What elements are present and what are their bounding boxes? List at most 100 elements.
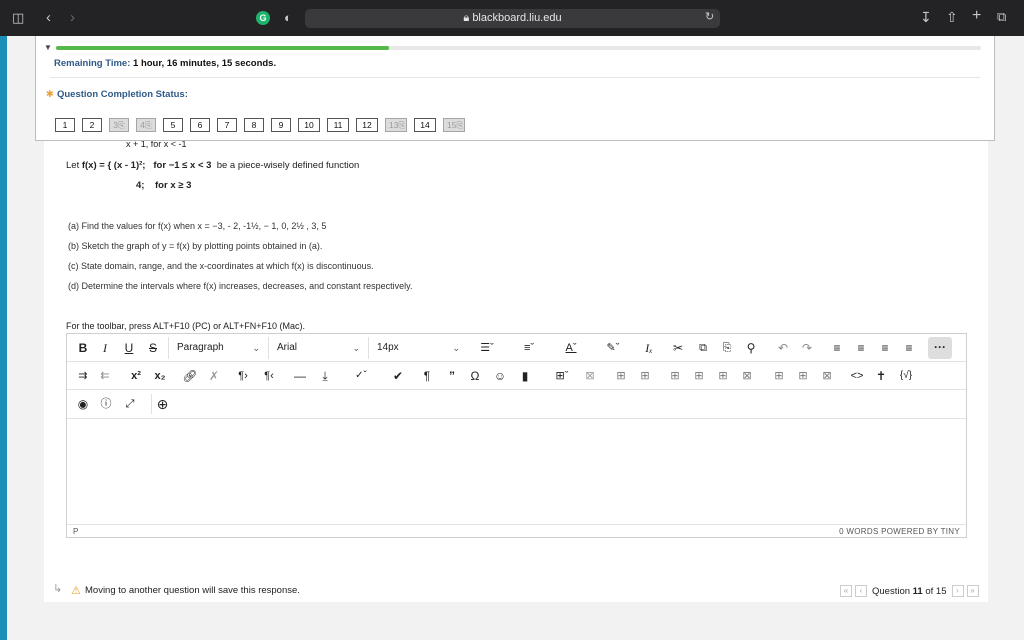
next-question-icon[interactable]: ›: [951, 585, 964, 597]
back-icon[interactable]: ‹: [46, 10, 51, 25]
question-nav-11[interactable]: 11: [327, 118, 349, 132]
forward-icon[interactable]: ›: [70, 10, 75, 25]
strikethrough-button[interactable]: S: [145, 338, 161, 358]
last-question-icon[interactable]: »: [966, 585, 979, 597]
tab-overview-icon[interactable]: ⧉: [997, 10, 1006, 23]
privacy-shield-icon[interactable]: ◐: [284, 11, 292, 24]
highlight-color-icon[interactable]: ✎ˇ: [598, 338, 628, 358]
format-select[interactable]: Paragraph ⌄: [168, 337, 266, 359]
question-nav-1[interactable]: 1: [55, 118, 75, 132]
clear-formatting-icon[interactable]: Iₓ: [641, 338, 657, 358]
add-content-icon[interactable]: ⊕: [151, 394, 169, 414]
question-nav-2[interactable]: 2: [82, 118, 102, 132]
table-row-properties-icon[interactable]: ⊞: [637, 366, 653, 386]
collapse-arrow-icon[interactable]: ▼: [44, 43, 52, 52]
question-nav-9[interactable]: 9: [271, 118, 291, 132]
question-nav-14[interactable]: 14: [414, 118, 436, 132]
special-char-icon[interactable]: Ω: [467, 366, 483, 386]
paste-icon[interactable]: ⎘: [719, 338, 735, 358]
outdent-icon[interactable]: ⇇: [97, 366, 113, 386]
question-nav-4[interactable]: 4⎘: [136, 118, 156, 132]
blockquote-icon[interactable]: ”: [444, 366, 460, 386]
rtl-paragraph-icon[interactable]: ¶‹: [261, 366, 277, 386]
table-delete-col-icon[interactable]: ⊠: [819, 366, 835, 386]
numbered-list-icon[interactable]: ≡ˇ: [514, 338, 544, 358]
def-prefix: Let: [66, 160, 82, 171]
undo-icon[interactable]: ↶: [775, 338, 791, 358]
checkmark-icon[interactable]: ✔: [390, 366, 406, 386]
underline-button[interactable]: U: [121, 338, 137, 358]
italic-button[interactable]: I: [97, 338, 113, 358]
source-code-icon[interactable]: <>: [849, 366, 865, 386]
question-nav-15[interactable]: 15⎘: [443, 118, 465, 132]
sidebar-toggle-icon[interactable]: ◫: [12, 11, 24, 24]
table-insert-row-after-icon[interactable]: ⊞: [691, 366, 707, 386]
table-delete-icon[interactable]: ⊠: [582, 366, 598, 386]
table-insert-col-before-icon[interactable]: ⊞: [771, 366, 787, 386]
superscript-icon[interactable]: x²: [127, 366, 145, 386]
justify-icon[interactable]: ≡: [901, 338, 917, 358]
lock-icon: 🔒︎: [463, 12, 473, 24]
download-icon[interactable]: ↧: [920, 10, 932, 24]
align-left-icon[interactable]: ≡: [829, 338, 845, 358]
element-path[interactable]: P: [73, 527, 78, 536]
question-part-d: (d) Determine the intervals where f(x) i…: [68, 281, 413, 291]
more-options-button[interactable]: ···: [928, 337, 952, 359]
question-nav-7[interactable]: 7: [217, 118, 237, 132]
link-icon[interactable]: 🔗︎: [182, 366, 198, 386]
prev-question-icon[interactable]: ‹: [855, 585, 867, 597]
question-nav-5[interactable]: 5: [163, 118, 183, 132]
horizontal-line-icon[interactable]: —: [292, 366, 308, 386]
indent-icon[interactable]: ⇉: [75, 366, 91, 386]
share-icon[interactable]: ⇧: [946, 10, 958, 24]
help-icon[interactable]: ⓘ: [98, 394, 114, 414]
table-insert-col-after-icon[interactable]: ⊞: [795, 366, 811, 386]
size-select[interactable]: 14px ⌄: [368, 337, 466, 359]
bullet-list-icon[interactable]: ☰ˇ: [473, 338, 501, 358]
preview-eye-icon[interactable]: ◉: [75, 394, 91, 414]
spellcheck-icon[interactable]: ✓ˇ: [347, 366, 375, 386]
fullscreen-icon[interactable]: ⤢: [122, 394, 138, 414]
redo-icon[interactable]: ↷: [799, 338, 815, 358]
insert-file-icon[interactable]: ⤓: [317, 366, 333, 386]
address-bar[interactable]: 🔒︎ blackboard.liu.edu ↻: [305, 9, 720, 28]
toolbar-hint: For the toolbar, press ALT+F10 (PC) or A…: [66, 321, 306, 331]
find-icon[interactable]: ⚲: [743, 338, 759, 358]
grammarly-icon[interactable]: G: [256, 11, 270, 25]
align-right-icon[interactable]: ≡: [877, 338, 893, 358]
first-question-icon[interactable]: «: [840, 585, 852, 597]
copy-icon[interactable]: ⧉: [695, 338, 711, 358]
text-color-icon[interactable]: Aˇ: [557, 338, 585, 358]
question-nav-12[interactable]: 12: [356, 118, 378, 132]
chevron-down-icon: ⌄: [452, 343, 460, 353]
divider: [50, 77, 980, 78]
remaining-time: Remaining Time: 1 hour, 16 minutes, 15 s…: [54, 58, 276, 69]
accessibility-icon[interactable]: ✝: [873, 366, 889, 386]
table-insert-row-before-icon[interactable]: ⊞: [667, 366, 683, 386]
ltr-paragraph-icon[interactable]: ¶›: [235, 366, 251, 386]
align-center-icon[interactable]: ≡: [853, 338, 869, 358]
question-status-panel: ▼ Remaining Time: 1 hour, 16 minutes, 15…: [35, 36, 995, 141]
emoji-icon[interactable]: ☺: [492, 366, 508, 386]
bookmark-icon[interactable]: ▮: [517, 366, 533, 386]
question-nav-8[interactable]: 8: [244, 118, 264, 132]
font-select[interactable]: Arial ⌄: [268, 337, 366, 359]
question-nav-13[interactable]: 13⎘: [385, 118, 407, 132]
unlink-icon[interactable]: ✗: [206, 366, 222, 386]
subscript-icon[interactable]: x₂: [151, 366, 169, 386]
question-nav-3[interactable]: 3⎘: [109, 118, 129, 132]
math-equation-icon[interactable]: {√}: [897, 366, 915, 386]
new-tab-icon[interactable]: +: [972, 8, 981, 24]
question-nav-6[interactable]: 6: [190, 118, 210, 132]
table-properties-icon[interactable]: ⊞: [613, 366, 629, 386]
pilcrow-icon[interactable]: ¶: [419, 366, 435, 386]
editor-text-area[interactable]: [67, 418, 966, 524]
question-nav-10[interactable]: 10: [298, 118, 320, 132]
table-icon[interactable]: ⊞ˇ: [547, 366, 577, 386]
reload-icon[interactable]: ↻: [705, 12, 714, 23]
table-delete-row-icon[interactable]: ⊞: [715, 366, 731, 386]
cut-icon[interactable]: ✂: [670, 338, 686, 358]
table-cell-props-icon[interactable]: ⊠: [739, 366, 755, 386]
bold-button[interactable]: B: [75, 338, 91, 358]
browser-toolbar: ◫ ‹ › G ◐ 🔒︎ blackboard.liu.edu ↻ ↧ ⇧ + …: [0, 0, 1024, 36]
